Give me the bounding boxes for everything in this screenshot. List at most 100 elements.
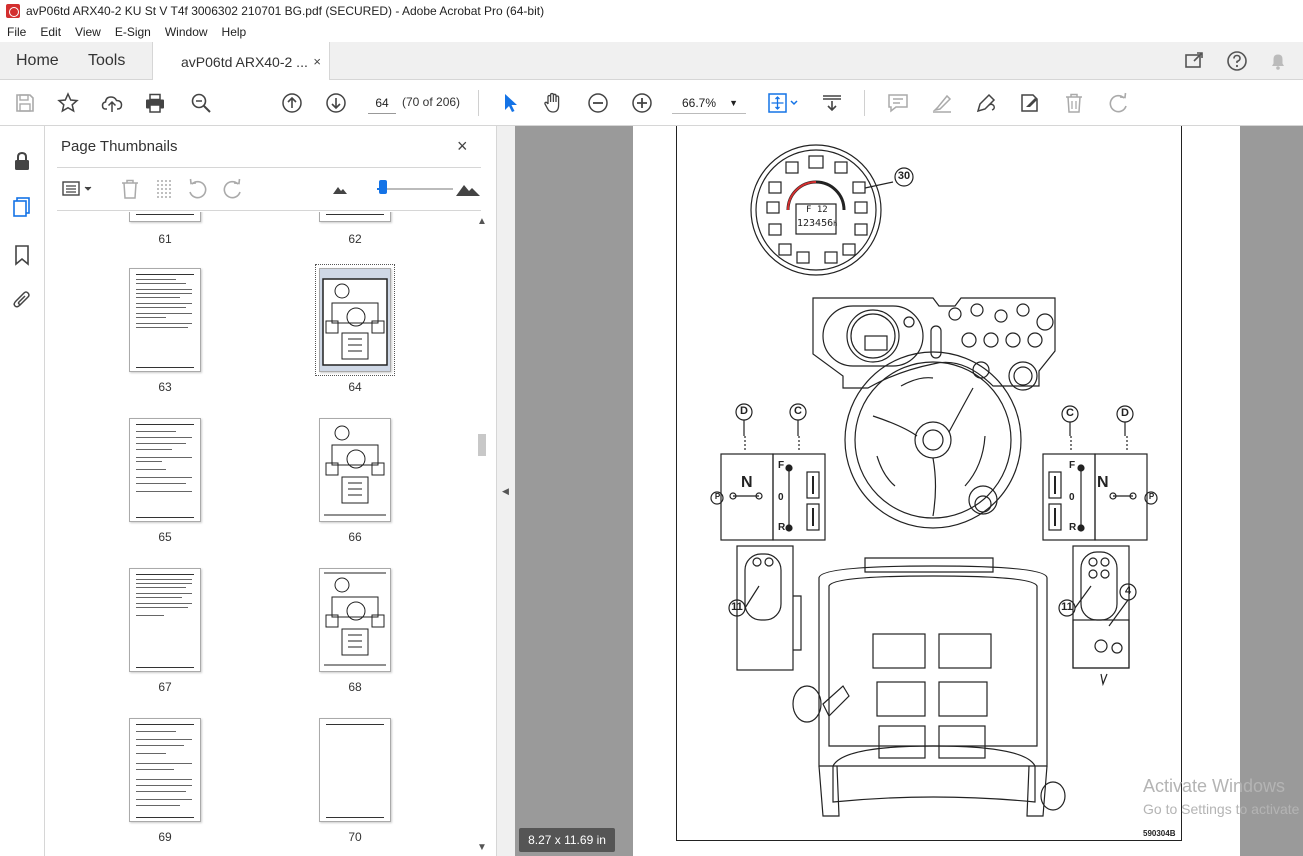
lever-label-0-left: 0 <box>778 492 784 503</box>
share-icon[interactable] <box>1184 50 1206 72</box>
thumbnail-size-slider[interactable] <box>377 188 453 190</box>
thumbnail-scrollbar[interactable]: ▲ ▼ <box>475 212 489 856</box>
star-icon[interactable] <box>56 91 80 115</box>
upload-icon[interactable] <box>100 91 124 115</box>
thumbnail-label: 66 <box>348 530 362 544</box>
page-number-input[interactable]: 64 <box>368 92 396 114</box>
panel-divider <box>57 210 481 211</box>
lever-label-n-left: N <box>741 474 753 491</box>
comment-icon[interactable] <box>886 91 910 115</box>
dash-console-drawing <box>812 297 1056 391</box>
print-icon[interactable] <box>143 91 167 115</box>
dashboard-figure-thumbnail <box>324 425 386 516</box>
lock-icon[interactable] <box>11 150 33 172</box>
page-thumbnail-68[interactable] <box>319 568 391 672</box>
lever-label-n-right: N <box>1097 474 1109 491</box>
rotate-left-icon[interactable] <box>187 178 209 200</box>
save-icon[interactable] <box>13 91 37 115</box>
menu-file[interactable]: File <box>0 25 33 39</box>
large-thumbnail-icon[interactable] <box>455 178 481 200</box>
page-thumbnail-65[interactable] <box>129 418 201 522</box>
callout-11-right: 11 <box>1061 601 1073 613</box>
delete-icon[interactable] <box>1062 91 1086 115</box>
lever-label-r-left: R <box>778 522 786 533</box>
page-down-icon[interactable] <box>324 91 348 115</box>
select-cursor-icon[interactable] <box>498 91 522 115</box>
toolbar-divider <box>478 90 479 116</box>
thumbnail-list: 61 62 63 64 65 66 67 68 69 70 <box>45 212 475 856</box>
fit-page-icon[interactable] <box>766 91 800 115</box>
menu-esign[interactable]: E-Sign <box>108 25 158 39</box>
scroll-down-icon[interactable]: ▼ <box>477 842 487 853</box>
hand-icon[interactable] <box>541 91 565 115</box>
page-thumbnail-70[interactable] <box>319 718 391 822</box>
redo-icon[interactable] <box>1106 91 1130 115</box>
lever-label-r-right: R <box>1069 522 1077 533</box>
menu-bar: File Edit View E-Sign Window Help <box>0 22 1303 42</box>
activate-windows-hint: Go to Settings to activate Windows. <box>1143 801 1303 817</box>
edit-pdf-icon[interactable] <box>1018 91 1042 115</box>
page-thumbnail-69[interactable] <box>129 718 201 822</box>
bell-icon[interactable] <box>1267 50 1289 72</box>
scroll-mode-icon[interactable] <box>820 91 844 115</box>
figure-code: 590304B <box>1143 829 1176 838</box>
help-icon[interactable] <box>1226 50 1248 72</box>
page-thumbnail-61[interactable] <box>129 212 201 222</box>
callout-30: 30 <box>897 170 911 182</box>
delete-page-icon[interactable] <box>119 178 141 200</box>
bookmark-icon[interactable] <box>11 244 33 266</box>
callout-4: 4 <box>1124 585 1132 597</box>
thumbnail-label: 65 <box>158 530 172 544</box>
close-icon[interactable]: × <box>457 136 468 157</box>
zoom-level-dropdown[interactable]: 66.7% ▼ <box>672 92 746 114</box>
page-thumbnail-66[interactable] <box>319 418 391 522</box>
lever-label-p-right: P <box>1148 492 1155 501</box>
menu-view[interactable]: View <box>68 25 108 39</box>
search-zoom-icon[interactable] <box>189 91 213 115</box>
options-menu-icon[interactable] <box>61 178 95 200</box>
attachment-icon[interactable] <box>11 289 33 311</box>
page-thumbnail-63[interactable] <box>129 268 201 372</box>
tab-home[interactable]: Home <box>16 42 59 80</box>
lever-label-f-right: F <box>1069 460 1076 471</box>
highlight-icon[interactable] <box>930 91 954 115</box>
window-title: avP06td ARX40-2 KU St V T4f 3006302 2107… <box>26 4 545 18</box>
page-size-indicator: 8.27 x 11.69 in <box>519 828 615 852</box>
zoom-level-value: 66.7% <box>682 96 717 110</box>
menu-edit[interactable]: Edit <box>33 25 68 39</box>
scroll-up-icon[interactable]: ▲ <box>477 216 487 227</box>
menu-help[interactable]: Help <box>215 25 254 39</box>
thumbnail-label: 63 <box>158 380 172 394</box>
callout-d-right: D <box>1121 407 1129 419</box>
left-lever-panels <box>710 436 826 541</box>
zoom-in-icon[interactable] <box>630 91 654 115</box>
menu-window[interactable]: Window <box>158 25 215 39</box>
document-viewer[interactable]: 30 D C C D 11 11 4 N N F 0 R F 0 R P P F… <box>515 126 1240 856</box>
thumbnail-label: 64 <box>348 380 362 394</box>
panel-collapse-handle[interactable]: ◀ <box>497 126 515 856</box>
panel-title: Page Thumbnails <box>61 138 178 155</box>
page-up-icon[interactable] <box>280 91 304 115</box>
sign-icon[interactable] <box>974 91 998 115</box>
page-thumbnails-icon[interactable] <box>11 196 33 218</box>
page-thumbnail-64-selected[interactable] <box>315 264 395 376</box>
tab-document[interactable]: avP06td ARX40-2 ... × <box>152 42 330 81</box>
rotate-right-icon[interactable] <box>221 178 243 200</box>
page-thumbnail-67[interactable] <box>129 568 201 672</box>
slider-handle[interactable] <box>379 180 387 194</box>
page-thumbnail-62[interactable] <box>319 212 391 222</box>
callout-11-left: 11 <box>731 601 743 613</box>
thumbnail-label: 68 <box>348 680 362 694</box>
tab-tools[interactable]: Tools <box>88 42 125 80</box>
chevron-down-icon: ▼ <box>729 98 738 108</box>
small-thumbnail-icon[interactable] <box>331 178 349 200</box>
thumbnail-label: 67 <box>158 680 172 694</box>
pdf-page: 30 D C C D 11 11 4 N N F 0 R F 0 R P P F… <box>633 126 1240 856</box>
tab-close-icon[interactable]: × <box>313 54 321 69</box>
extract-page-icon[interactable] <box>153 178 175 200</box>
page-count-label: (70 of 206) <box>402 95 461 109</box>
page-thumbnails-panel: Page Thumbnails × 61 62 63 64 65 66 67 6… <box>45 126 497 856</box>
scroll-thumb[interactable] <box>478 434 486 456</box>
tab-bar: Home Tools avP06td ARX40-2 ... × <box>0 42 1303 81</box>
zoom-out-icon[interactable] <box>586 91 610 115</box>
